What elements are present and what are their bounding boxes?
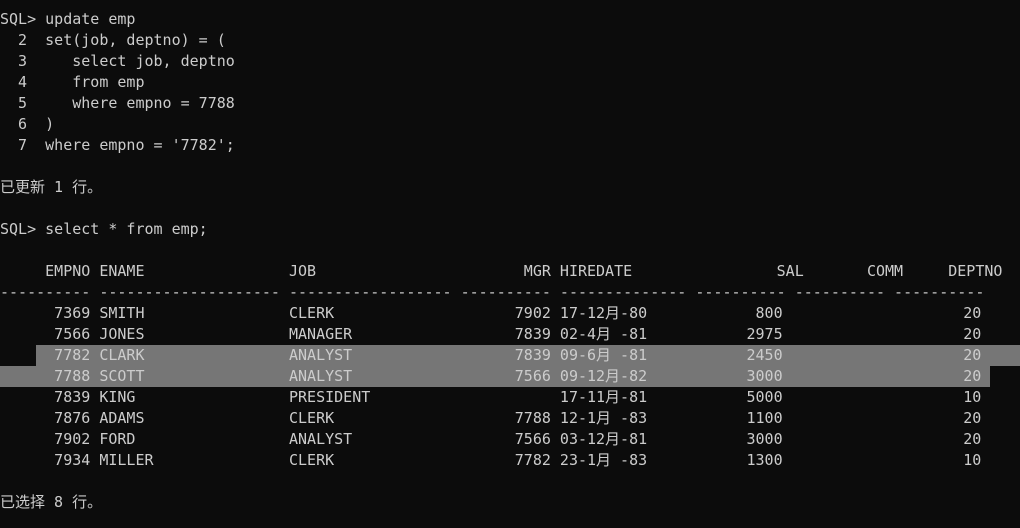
table-row: 7876 ADAMS CLERK 7788 12-1月 -83 1100 20: [0, 409, 982, 427]
table-row: 7934 MILLER CLERK 7782 23-1月 -83 1300 10: [0, 451, 982, 469]
sql-line-4: 4 from emp: [0, 73, 145, 91]
update-result-message: 已更新 1 行。: [0, 178, 103, 196]
sql-line-6: 6 ): [0, 115, 55, 133]
select-result-message: 已选择 8 行。: [0, 493, 103, 511]
sql-line-5: 5 where empno = 7788: [0, 94, 235, 112]
table-row-selected: 7788 SCOTT ANALYST 7566 09-12月-82 3000 2…: [0, 367, 982, 385]
sql-line-7: 7 where empno = '7782';: [0, 136, 235, 154]
table-header: EMPNO ENAME JOB MGR HIREDATE SAL COMM DE…: [0, 262, 1003, 280]
table-row: 7369 SMITH CLERK 7902 17-12月-80 800 20: [0, 304, 982, 322]
table-row: 7839 KING PRESIDENT 17-11月-81 5000 10: [0, 388, 982, 406]
table-row-selected: 7782 CLARK ANALYST 7839 09-6月 -81 2450 2…: [0, 346, 982, 364]
table-row: 7902 FORD ANALYST 7566 03-12月-81 3000 20: [0, 430, 982, 448]
table-row: 7566 JONES MANAGER 7839 02-4月 -81 2975 2…: [0, 325, 982, 343]
sql-prompt-update: SQL> update emp: [0, 10, 136, 28]
sql-prompt-select: SQL> select * from emp;: [0, 220, 208, 238]
console-window[interactable]: SQL> update emp 2 set(job, deptno) = ( 3…: [0, 0, 1020, 528]
sql-line-2: 2 set(job, deptno) = (: [0, 31, 226, 49]
sql-line-3: 3 select job, deptno: [0, 52, 235, 70]
table-separator: ---------- -------------------- --------…: [0, 283, 985, 301]
